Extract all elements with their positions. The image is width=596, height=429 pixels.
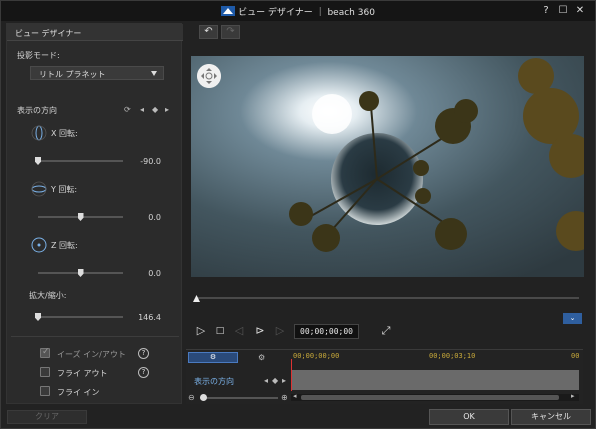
ruler-label: 00;00;00;00 — [293, 352, 340, 360]
panel-tab[interactable]: ビュー デザイナー — [7, 24, 183, 41]
z-rotation-label: Z 回転: — [51, 241, 78, 250]
timeline-zoom-thumb[interactable] — [200, 394, 207, 401]
app-logo-icon — [221, 6, 236, 16]
title-bar: ビュー デザイナー ｜ beach 360 ? ☐ ✕ — [1, 1, 595, 21]
chevron-down-icon — [151, 71, 157, 76]
divider — [11, 336, 179, 337]
track-add-key-icon[interactable]: ◆ — [272, 376, 278, 385]
timeline-settings-icon[interactable]: ⚙ — [258, 353, 265, 362]
maximize-button[interactable]: ☐ — [556, 4, 570, 18]
next-keyframe-icon[interactable]: ▸ — [165, 105, 169, 114]
play-button[interactable]: ▷ — [194, 324, 208, 338]
z-rotation-value[interactable]: 0.0 — [121, 269, 161, 278]
ease-in-out-checkbox[interactable] — [40, 347, 50, 358]
track-label: 表示の方向 — [194, 377, 234, 386]
pan-navigation-icon[interactable] — [197, 64, 221, 88]
little-planet-image — [191, 56, 584, 277]
undo-button[interactable]: ↶ — [199, 25, 218, 39]
zoom-slider-thumb[interactable] — [35, 313, 41, 321]
preview-scrubber[interactable] — [196, 297, 579, 299]
window-title-text: ビュー デザイナー ｜ beach 360 — [238, 8, 375, 18]
ruler-label: 00 — [571, 352, 580, 360]
track-prev-key-icon[interactable]: ◂ — [264, 376, 268, 385]
playhead[interactable] — [291, 359, 292, 391]
fly-out-help-icon[interactable]: ? — [138, 367, 149, 378]
z-rotation-slider-thumb[interactable] — [77, 269, 84, 277]
fly-in-checkbox[interactable] — [40, 386, 50, 396]
x-rotation-label: X 回転: — [51, 129, 78, 138]
keyframe-icon[interactable]: ◆ — [152, 105, 158, 114]
ease-in-out-label: イーズ イン/アウト — [57, 350, 126, 359]
cancel-button[interactable]: キャンセル — [511, 409, 591, 425]
projection-mode-label: 投影モード: — [17, 51, 60, 60]
x-rotation-value[interactable]: -90.0 — [121, 157, 161, 166]
view-direction-label: 表示の方向 — [17, 106, 57, 115]
ease-in-out-help-icon[interactable]: ? — [138, 348, 149, 359]
view-designer-window: ビュー デザイナー ｜ beach 360 ? ☐ ✕ ビュー デザイナー 投影… — [0, 0, 596, 429]
prev-keyframe-button[interactable]: ◁ — [232, 324, 246, 338]
zoom-value[interactable]: 146.4 — [121, 313, 161, 322]
scrollbar-thumb[interactable] — [301, 395, 559, 400]
z-rotation-icon — [31, 237, 47, 253]
close-button[interactable]: ✕ — [573, 4, 587, 18]
scroll-left-icon[interactable]: ◂ — [293, 392, 297, 400]
video-preview[interactable] — [191, 56, 584, 277]
scroll-right-icon[interactable]: ▸ — [571, 392, 575, 400]
reset-icon[interactable]: ⟳ — [124, 105, 131, 114]
y-rotation-icon — [31, 181, 47, 197]
x-rotation-slider[interactable] — [38, 160, 123, 162]
timecode-display[interactable]: 00;00;00;00 — [294, 324, 359, 339]
fly-out-label: フライ アウト — [57, 369, 108, 378]
timeline-ruler[interactable]: 00;00;00;00 00;00;03;10 00 — [291, 351, 583, 363]
zoom-out-icon[interactable]: ⊖ — [188, 393, 195, 402]
x-rotation-icon — [31, 125, 47, 141]
clear-button[interactable]: クリア — [7, 410, 87, 424]
stop-button[interactable]: □ — [213, 324, 227, 338]
fly-in-label: フライ イン — [57, 388, 100, 397]
y-rotation-value[interactable]: 0.0 — [121, 213, 161, 222]
panel-tab-label: ビュー デザイナー — [15, 29, 82, 38]
timeline-zoom-slider[interactable] — [200, 397, 278, 399]
x-rotation-slider-thumb[interactable] — [35, 157, 41, 165]
zoom-label: 拡大/縮小: — [29, 291, 67, 300]
track-next-key-icon[interactable]: ▸ — [282, 376, 286, 385]
timeline-horizontal-scrollbar[interactable]: ◂ ▸ — [291, 392, 579, 401]
view-designer-panel: ビュー デザイナー 投影モード: リトル プラネット 表示の方向 ⟳ ◂ ◆ ▸… — [6, 23, 183, 404]
collapse-timeline-button[interactable]: ⌄ — [563, 313, 582, 324]
keyframe-settings-button[interactable]: ⚙ — [188, 352, 238, 363]
projection-mode-value: リトル プラネット — [39, 70, 106, 79]
help-button[interactable]: ? — [539, 4, 553, 18]
ruler-label: 00;00;03;10 — [429, 352, 476, 360]
y-rotation-slider-thumb[interactable] — [77, 213, 84, 221]
prev-keyframe-icon[interactable]: ◂ — [140, 105, 144, 114]
window-title: ビュー デザイナー ｜ beach 360 — [1, 5, 595, 18]
zoom-in-icon[interactable]: ⊕ — [281, 393, 288, 402]
y-rotation-label: Y 回転: — [51, 185, 78, 194]
fly-out-checkbox[interactable] — [40, 367, 50, 377]
timeline-track[interactable] — [291, 370, 579, 390]
next-keyframe-button[interactable]: ▷ — [273, 324, 287, 338]
zoom-slider[interactable] — [38, 316, 123, 318]
next-frame-button[interactable]: ⊳ — [253, 324, 267, 338]
redo-button[interactable]: ↷ — [221, 25, 240, 39]
projection-mode-select[interactable]: リトル プラネット — [30, 66, 164, 80]
ok-button[interactable]: OK — [429, 409, 509, 425]
fullscreen-button[interactable]: ⤢ — [379, 324, 393, 338]
